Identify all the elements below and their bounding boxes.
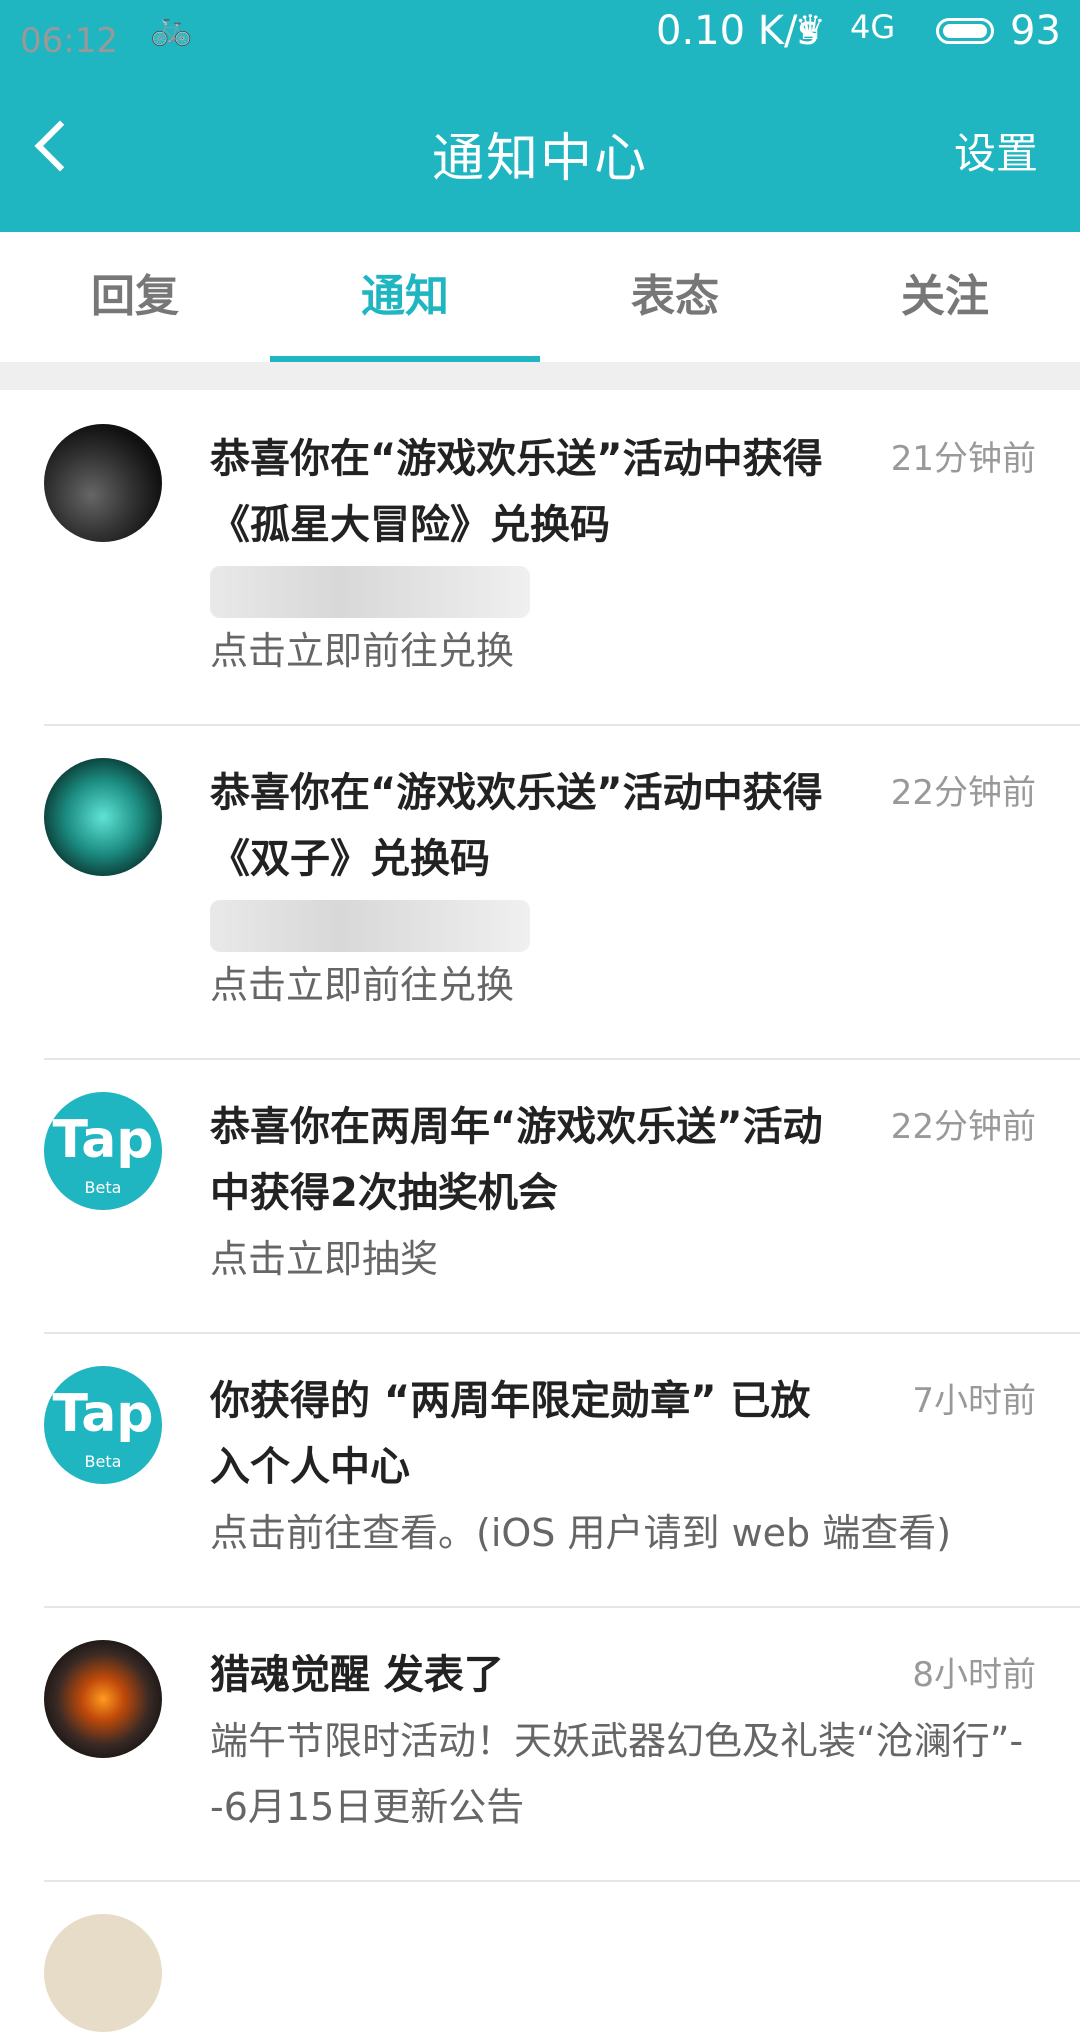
notification-time: 8小时前: [912, 1655, 1036, 1695]
notification-subtitle[interactable]: 点击立即抽奖: [210, 1226, 1036, 1292]
bike-icon: 🚲: [150, 8, 193, 48]
notification-title: 猎魂觉醒 发表了: [210, 1652, 504, 1698]
tap-logo-text: Tap: [52, 1110, 154, 1170]
notification-time: 7小时前: [912, 1381, 1036, 1421]
tab-reply[interactable]: 回复: [0, 232, 270, 362]
notification-subtitle[interactable]: 点击前往查看。(iOS 用户请到 web 端查看): [210, 1500, 1036, 1566]
section-divider: [0, 362, 1080, 390]
notification-title: 恭喜你在“游戏欢乐送”活动中获得《双子》兑换码: [210, 770, 823, 882]
notification-item[interactable]: 恭喜你在“游戏欢乐送”活动中获得《双子》兑换码 22分钟前 点击立即前往兑换: [0, 724, 1080, 1058]
tab-notifications[interactable]: 通知: [270, 232, 540, 362]
page-title: 通知中心: [431, 129, 648, 189]
notification-time: 22分钟前: [890, 773, 1036, 813]
app-header: 06:12 🚲 0.10 K/s ♛ 4G 93 通知中心 设置: [0, 0, 1080, 232]
notification-subtitle[interactable]: 点击立即前往兑换: [210, 618, 1036, 684]
status-time: 06:12: [20, 21, 118, 61]
tap-logo-avatar[interactable]: Tap Beta: [44, 1092, 162, 1210]
redacted-code: [210, 566, 530, 618]
tab-bar: 回复 通知 表态 关注: [0, 232, 1080, 362]
signal-icon: 4G: [850, 8, 896, 46]
notification-time: 21分钟前: [890, 439, 1036, 479]
notification-item[interactable]: Tap Beta 恭喜你在两周年“游戏欢乐送”活动中获得2次抽奖机会 22分钟前…: [0, 1058, 1080, 1332]
avatar[interactable]: [44, 424, 162, 542]
tab-following[interactable]: 关注: [810, 232, 1080, 362]
notification-item[interactable]: 恭喜你在“游戏欢乐送”活动中获得《孤星大冒险》兑换码 21分钟前 点击立即前往兑…: [0, 390, 1080, 724]
settings-button[interactable]: 设置: [954, 120, 1038, 181]
tab-reactions[interactable]: 表态: [540, 232, 810, 362]
battery-percent: 93: [1010, 8, 1061, 54]
avatar[interactable]: [44, 1914, 162, 2032]
redacted-code: [210, 900, 530, 952]
battery-icon: [936, 18, 994, 44]
notification-item[interactable]: 猎魂觉醒 发表了 8小时前 端午节限时活动！天妖武器幻色及礼装“沧澜行”--6月…: [0, 1606, 1080, 1880]
notification-list: 恭喜你在“游戏欢乐送”活动中获得《孤星大冒险》兑换码 21分钟前 点击立即前往兑…: [0, 390, 1080, 2032]
notification-title: 恭喜你在两周年“游戏欢乐送”活动中获得2次抽奖机会: [210, 1104, 823, 1216]
crown-icon: ♛: [795, 8, 826, 48]
notification-subtitle[interactable]: 点击立即前往兑换: [210, 952, 1036, 1018]
notification-item-partial[interactable]: [0, 1880, 1080, 2032]
status-bar: 06:12 🚲 0.10 K/s ♛ 4G 93: [0, 0, 1080, 64]
tap-logo-beta: Beta: [84, 1452, 122, 1471]
tap-logo-avatar[interactable]: Tap Beta: [44, 1366, 162, 1484]
avatar[interactable]: [44, 758, 162, 876]
notification-title: 恭喜你在“游戏欢乐送”活动中获得《孤星大冒险》兑换码: [210, 436, 823, 548]
navbar: 通知中心 设置: [0, 88, 1080, 208]
notification-subtitle[interactable]: 端午节限时活动！天妖武器幻色及礼装“沧澜行”--6月15日更新公告: [210, 1708, 1036, 1840]
notification-time: 22分钟前: [890, 1107, 1036, 1147]
network-speed: 0.10 K/s: [656, 8, 819, 54]
tap-logo-text: Tap: [52, 1384, 154, 1444]
avatar[interactable]: [44, 1640, 162, 1758]
notification-title: 你获得的 “两周年限定勋章” 已放入个人中心: [210, 1378, 811, 1490]
notification-item[interactable]: Tap Beta 你获得的 “两周年限定勋章” 已放入个人中心 7小时前 点击前…: [0, 1332, 1080, 1606]
tap-logo-beta: Beta: [84, 1178, 122, 1197]
